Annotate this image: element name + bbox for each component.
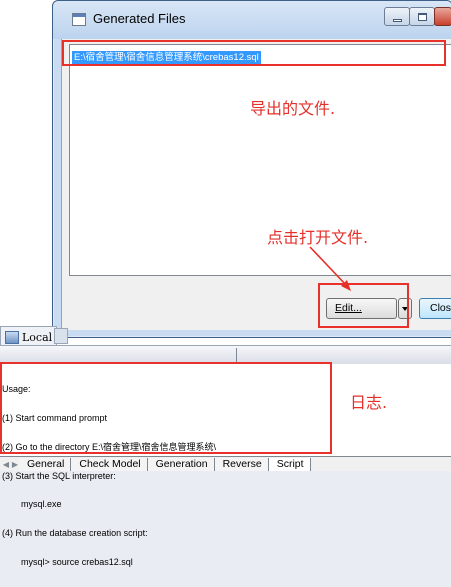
annotation-log: 日志. xyxy=(350,393,388,412)
annotation-open: 点击打开文件. xyxy=(267,228,369,247)
log-line: (4) Run the database creation script: xyxy=(2,528,148,539)
log-line: (3) Start the SQL interpreter: xyxy=(2,470,116,481)
tab-general[interactable]: General xyxy=(19,457,72,471)
minimize-button[interactable] xyxy=(384,7,410,26)
workspace-icon xyxy=(5,330,19,344)
tab-script[interactable]: Script xyxy=(268,457,311,471)
file-list[interactable]: E:\宿舍管理\宿舍信息管理系统\crebas12.sql xyxy=(69,44,451,276)
close-window-button[interactable] xyxy=(434,7,451,26)
splitter[interactable] xyxy=(236,348,237,362)
highlight-box-file xyxy=(62,40,446,66)
close-button[interactable]: Clos xyxy=(419,298,451,319)
tab-prev-icon[interactable]: ◀ xyxy=(2,460,10,469)
highlight-box-edit xyxy=(318,283,409,328)
tab-reverse[interactable]: Reverse xyxy=(214,457,269,471)
tab-repository[interactable] xyxy=(54,328,68,344)
dialog-client: E:\宿舍管理\宿舍信息管理系统\crebas12.sql 导出的文件. 点击打… xyxy=(61,39,451,330)
generated-files-dialog: Generated Files E:\宿舍管理\宿舍信息管理系统\crebas1… xyxy=(52,0,451,338)
tab-next-icon[interactable]: ▶ xyxy=(11,460,19,469)
log-line: mysql.exe xyxy=(11,499,62,510)
annotation-export: 导出的文件. xyxy=(250,99,336,118)
tab-local-label: Local xyxy=(22,330,53,344)
output-tabs: ◀ ▶ General Check Model Generation Rever… xyxy=(0,456,451,471)
log-line: mysql> source crebas12.sql xyxy=(11,556,133,567)
tab-check-model[interactable]: Check Model xyxy=(71,457,148,471)
dialog-title: Generated Files xyxy=(93,11,186,26)
tab-local[interactable]: Local xyxy=(0,326,58,347)
maximize-button[interactable] xyxy=(409,7,435,26)
tab-generation[interactable]: Generation xyxy=(147,457,215,471)
tab-nav: ◀ ▶ xyxy=(0,460,19,469)
dialog-titlebar[interactable]: Generated Files xyxy=(53,1,451,39)
window-icon xyxy=(72,13,86,26)
highlight-box-log xyxy=(0,362,332,454)
